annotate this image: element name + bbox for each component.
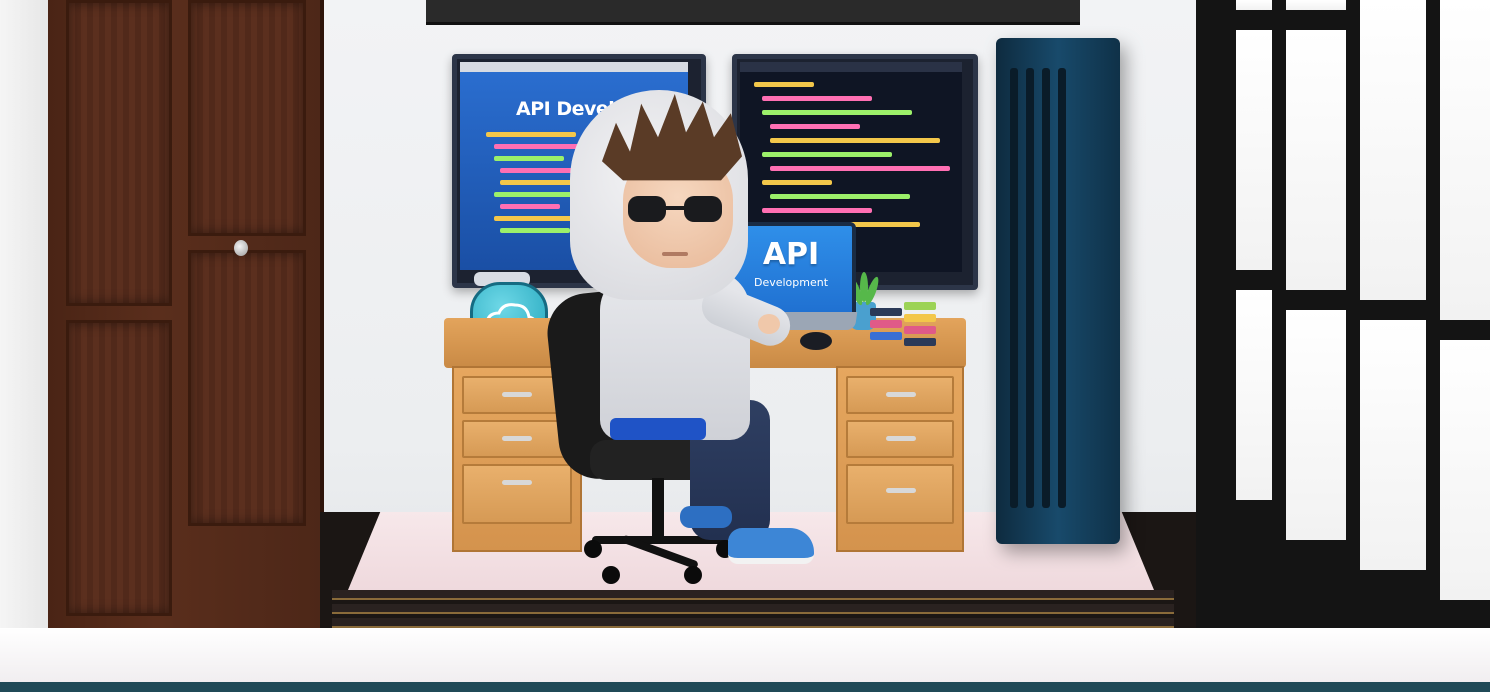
wardrobe-lower-left-panel bbox=[66, 320, 172, 616]
desk-right-pedestal bbox=[836, 366, 964, 552]
laptop-subtitle: Development bbox=[753, 276, 829, 289]
window-pane bbox=[1286, 0, 1346, 10]
platform-step bbox=[332, 604, 1174, 614]
chair-wheel bbox=[602, 566, 620, 584]
code-line bbox=[754, 82, 814, 87]
bottom-accent-stripe bbox=[0, 682, 1490, 692]
computer-mouse bbox=[800, 332, 832, 350]
window-pane bbox=[1286, 30, 1346, 290]
code-line bbox=[770, 138, 940, 143]
screen-titlebar bbox=[740, 62, 962, 72]
wardrobe-knob bbox=[234, 240, 248, 256]
tower-fin bbox=[1058, 68, 1066, 508]
office-chair-post bbox=[652, 478, 664, 536]
illustration-scene: API Developm API Development bbox=[0, 0, 1490, 692]
wardrobe-upper-right-panel bbox=[188, 0, 306, 236]
code-line bbox=[500, 228, 570, 233]
chair-wheel bbox=[584, 540, 602, 558]
window-pane bbox=[1236, 0, 1272, 10]
wardrobe bbox=[48, 0, 324, 628]
character-shoe bbox=[680, 506, 732, 528]
code-line bbox=[762, 180, 832, 185]
code-line bbox=[770, 166, 950, 171]
platform-step bbox=[332, 618, 1174, 628]
code-line bbox=[770, 124, 860, 129]
laptop-title: API bbox=[762, 237, 820, 272]
character-shoe bbox=[728, 528, 814, 564]
chair-wheel bbox=[684, 566, 702, 584]
character-glasses bbox=[628, 196, 728, 222]
desk-drawer bbox=[846, 420, 954, 458]
wardrobe-lower-right-panel bbox=[188, 250, 306, 526]
tower-fin bbox=[1042, 68, 1050, 508]
desk-drawer bbox=[462, 464, 572, 524]
code-line bbox=[762, 152, 892, 157]
window-pane bbox=[1286, 310, 1346, 540]
code-line bbox=[494, 156, 564, 161]
desk-drawer bbox=[846, 376, 954, 414]
desk-drawer bbox=[462, 420, 572, 458]
desk-drawer bbox=[846, 464, 954, 524]
code-line bbox=[762, 110, 912, 115]
wardrobe-upper-left-panel bbox=[66, 0, 172, 306]
desk-books bbox=[870, 300, 938, 350]
code-line bbox=[500, 204, 560, 209]
window-pane bbox=[1236, 30, 1272, 270]
code-line bbox=[762, 208, 872, 213]
code-line bbox=[500, 180, 580, 185]
character-mouth bbox=[662, 252, 688, 256]
ceiling-frame bbox=[426, 0, 1080, 25]
tower-fin bbox=[1010, 68, 1018, 508]
code-line bbox=[762, 96, 872, 101]
hoodie-waistband bbox=[610, 418, 706, 440]
platform-step bbox=[332, 590, 1174, 600]
screen-titlebar bbox=[460, 62, 688, 72]
window-pane bbox=[1360, 0, 1426, 300]
grid-window bbox=[1196, 0, 1490, 632]
foreground-ledge bbox=[0, 628, 1490, 682]
window-pane bbox=[1360, 320, 1426, 570]
character-hand bbox=[758, 314, 780, 334]
tower-fin bbox=[1026, 68, 1034, 508]
window-pane bbox=[1236, 290, 1272, 500]
window-pane bbox=[1440, 340, 1490, 600]
code-line bbox=[486, 132, 576, 137]
window-pane bbox=[1440, 0, 1490, 320]
code-line bbox=[770, 194, 910, 199]
left-wall-edge bbox=[0, 0, 48, 632]
pc-tower bbox=[996, 38, 1120, 544]
